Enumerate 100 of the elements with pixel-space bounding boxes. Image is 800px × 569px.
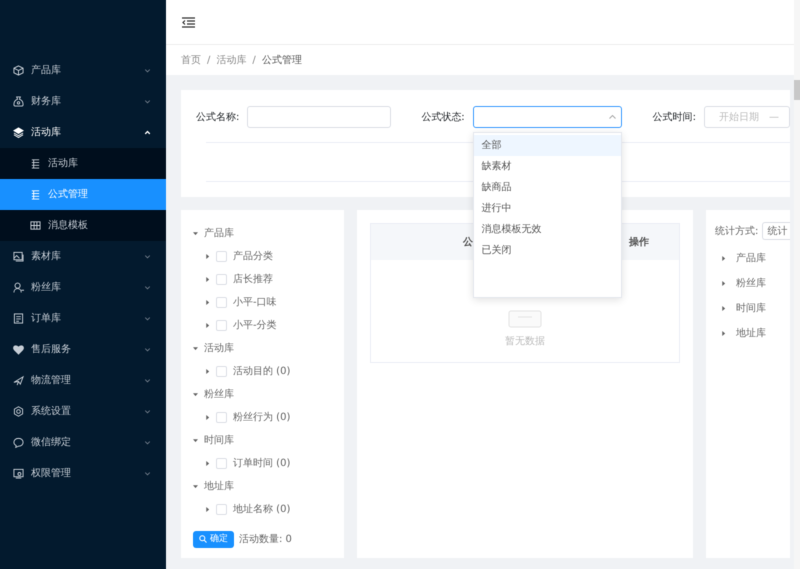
image-icon bbox=[13, 251, 24, 262]
checkbox[interactable] bbox=[216, 504, 227, 515]
grid-icon bbox=[30, 220, 41, 231]
empty-text: 暂无数据 bbox=[505, 334, 545, 349]
tree-node[interactable]: 产品分类 bbox=[233, 249, 273, 264]
checkbox[interactable] bbox=[216, 297, 227, 308]
sidebar-item[interactable]: 活动库 bbox=[0, 117, 166, 148]
tree-node[interactable]: 地址名称 (0) bbox=[233, 502, 290, 517]
tree-node[interactable]: 店长推荐 bbox=[233, 272, 273, 287]
sidebar-item[interactable]: 粉丝库 bbox=[0, 272, 166, 303]
tree-node[interactable]: 小平-口味 bbox=[233, 295, 277, 310]
stats-select[interactable]: 统计 bbox=[762, 222, 790, 240]
tree-node[interactable]: 地址库 bbox=[736, 326, 766, 341]
column-header: 公 bbox=[463, 236, 473, 250]
heart-icon bbox=[13, 344, 24, 355]
date-separator: — bbox=[769, 110, 779, 124]
scrollbar[interactable] bbox=[794, 0, 800, 569]
caret-down-icon[interactable] bbox=[193, 231, 198, 236]
tree-node[interactable]: 粉丝库 bbox=[204, 387, 234, 402]
list-icon bbox=[30, 158, 41, 169]
caret-right-icon[interactable] bbox=[721, 281, 726, 286]
sidebar-item[interactable]: 产品库 bbox=[0, 55, 166, 86]
field-label: 公式名称: bbox=[196, 110, 240, 124]
document-icon bbox=[13, 313, 24, 324]
caret-right-icon[interactable] bbox=[205, 277, 210, 282]
list-icon bbox=[30, 189, 41, 200]
tree-node[interactable]: 订单时间 (0) bbox=[233, 456, 290, 471]
caret-right-icon[interactable] bbox=[205, 254, 210, 259]
caret-down-icon[interactable] bbox=[193, 484, 198, 489]
dropdown-option[interactable]: 缺素材 bbox=[474, 156, 621, 177]
column-header: 操作 bbox=[629, 236, 649, 250]
box-icon bbox=[13, 65, 24, 76]
sidebar-subitem[interactable]: 消息模板 bbox=[0, 210, 166, 241]
caret-right-icon[interactable] bbox=[721, 306, 726, 311]
caret-down-icon[interactable] bbox=[193, 438, 198, 443]
caret-right-icon[interactable] bbox=[205, 323, 210, 328]
breadcrumb-item: 公式管理 bbox=[262, 54, 302, 68]
tree-node[interactable]: 小平-分类 bbox=[233, 318, 277, 333]
dropdown-option[interactable]: 已关闭 bbox=[474, 240, 621, 261]
bag-icon bbox=[13, 96, 24, 107]
dropdown-option[interactable]: 缺商品 bbox=[474, 177, 621, 198]
caret-down-icon[interactable] bbox=[193, 346, 198, 351]
field-label: 统计方式: bbox=[715, 224, 758, 238]
tree-node[interactable]: 粉丝行为 (0) bbox=[233, 410, 290, 425]
tree-node[interactable]: 产品库 bbox=[204, 226, 234, 241]
tree-node[interactable]: 时间库 bbox=[204, 433, 234, 448]
caret-right-icon[interactable] bbox=[205, 415, 210, 420]
checkbox[interactable] bbox=[216, 458, 227, 469]
empty-box-icon bbox=[508, 308, 542, 328]
caret-icon bbox=[608, 115, 616, 119]
caret-right-icon[interactable] bbox=[205, 461, 210, 466]
tree-node[interactable]: 粉丝库 bbox=[736, 276, 766, 291]
caret-right-icon[interactable] bbox=[721, 331, 726, 336]
tree-node[interactable]: 活动目的 (0) bbox=[233, 364, 290, 379]
sidebar-item[interactable]: 系统设置 bbox=[0, 396, 166, 427]
breadcrumb-separator: / bbox=[252, 54, 256, 68]
sidebar-item[interactable]: 微信绑定 bbox=[0, 427, 166, 458]
menu-fold-icon[interactable] bbox=[182, 16, 195, 28]
tree-node[interactable]: 产品库 bbox=[736, 251, 766, 266]
sidebar-item[interactable]: 售后服务 bbox=[0, 334, 166, 365]
sidebar-item[interactable]: 财务库 bbox=[0, 86, 166, 117]
tree-node[interactable]: 地址库 bbox=[204, 479, 234, 494]
plane-icon bbox=[13, 375, 24, 386]
checkbox[interactable] bbox=[216, 251, 227, 262]
dropdown-option[interactable]: 进行中 bbox=[474, 198, 621, 219]
sidebar-subitem[interactable]: 公式管理 bbox=[0, 179, 166, 210]
search-icon bbox=[199, 535, 207, 544]
date-placeholder: 开始日期 bbox=[719, 110, 759, 124]
chat-icon bbox=[13, 437, 24, 448]
breadcrumb-item[interactable]: 活动库 bbox=[216, 52, 246, 68]
field-label: 公式时间: bbox=[652, 110, 696, 124]
breadcrumb-item[interactable]: 首页 bbox=[181, 52, 201, 68]
name-field[interactable] bbox=[247, 106, 392, 128]
field-label: 公式状态: bbox=[421, 110, 465, 124]
sidebar-item[interactable]: 物流管理 bbox=[0, 365, 166, 396]
sidebar-subitem[interactable]: 活动库 bbox=[0, 148, 166, 179]
layers-icon bbox=[13, 127, 24, 138]
caret-right-icon[interactable] bbox=[205, 369, 210, 374]
checkbox[interactable] bbox=[216, 412, 227, 423]
caret-down-icon[interactable] bbox=[193, 392, 198, 397]
checkbox[interactable] bbox=[216, 320, 227, 331]
caret-right-icon[interactable] bbox=[721, 256, 726, 261]
confirm-button[interactable]: 确定 bbox=[193, 530, 234, 548]
activity-count: 活动数量: 0 bbox=[239, 532, 292, 547]
sidebar-item[interactable]: 订单库 bbox=[0, 303, 166, 334]
monitor-icon bbox=[13, 468, 24, 479]
checkbox[interactable] bbox=[216, 274, 227, 285]
gear-icon bbox=[13, 406, 24, 417]
dropdown-option[interactable]: 消息模板无效 bbox=[474, 219, 621, 240]
dropdown-option[interactable]: 全部 bbox=[474, 135, 621, 156]
tree-node[interactable]: 活动库 bbox=[204, 341, 234, 356]
caret-right-icon[interactable] bbox=[205, 507, 210, 512]
caret-right-icon[interactable] bbox=[205, 300, 210, 305]
sidebar-item[interactable]: 权限管理 bbox=[0, 458, 166, 489]
status-select[interactable] bbox=[472, 106, 622, 128]
sidebar-item[interactable]: 素材库 bbox=[0, 241, 166, 272]
breadcrumb-separator: / bbox=[207, 54, 210, 68]
user-icon bbox=[13, 282, 24, 293]
tree-node[interactable]: 时间库 bbox=[736, 301, 766, 316]
checkbox[interactable] bbox=[216, 366, 227, 377]
